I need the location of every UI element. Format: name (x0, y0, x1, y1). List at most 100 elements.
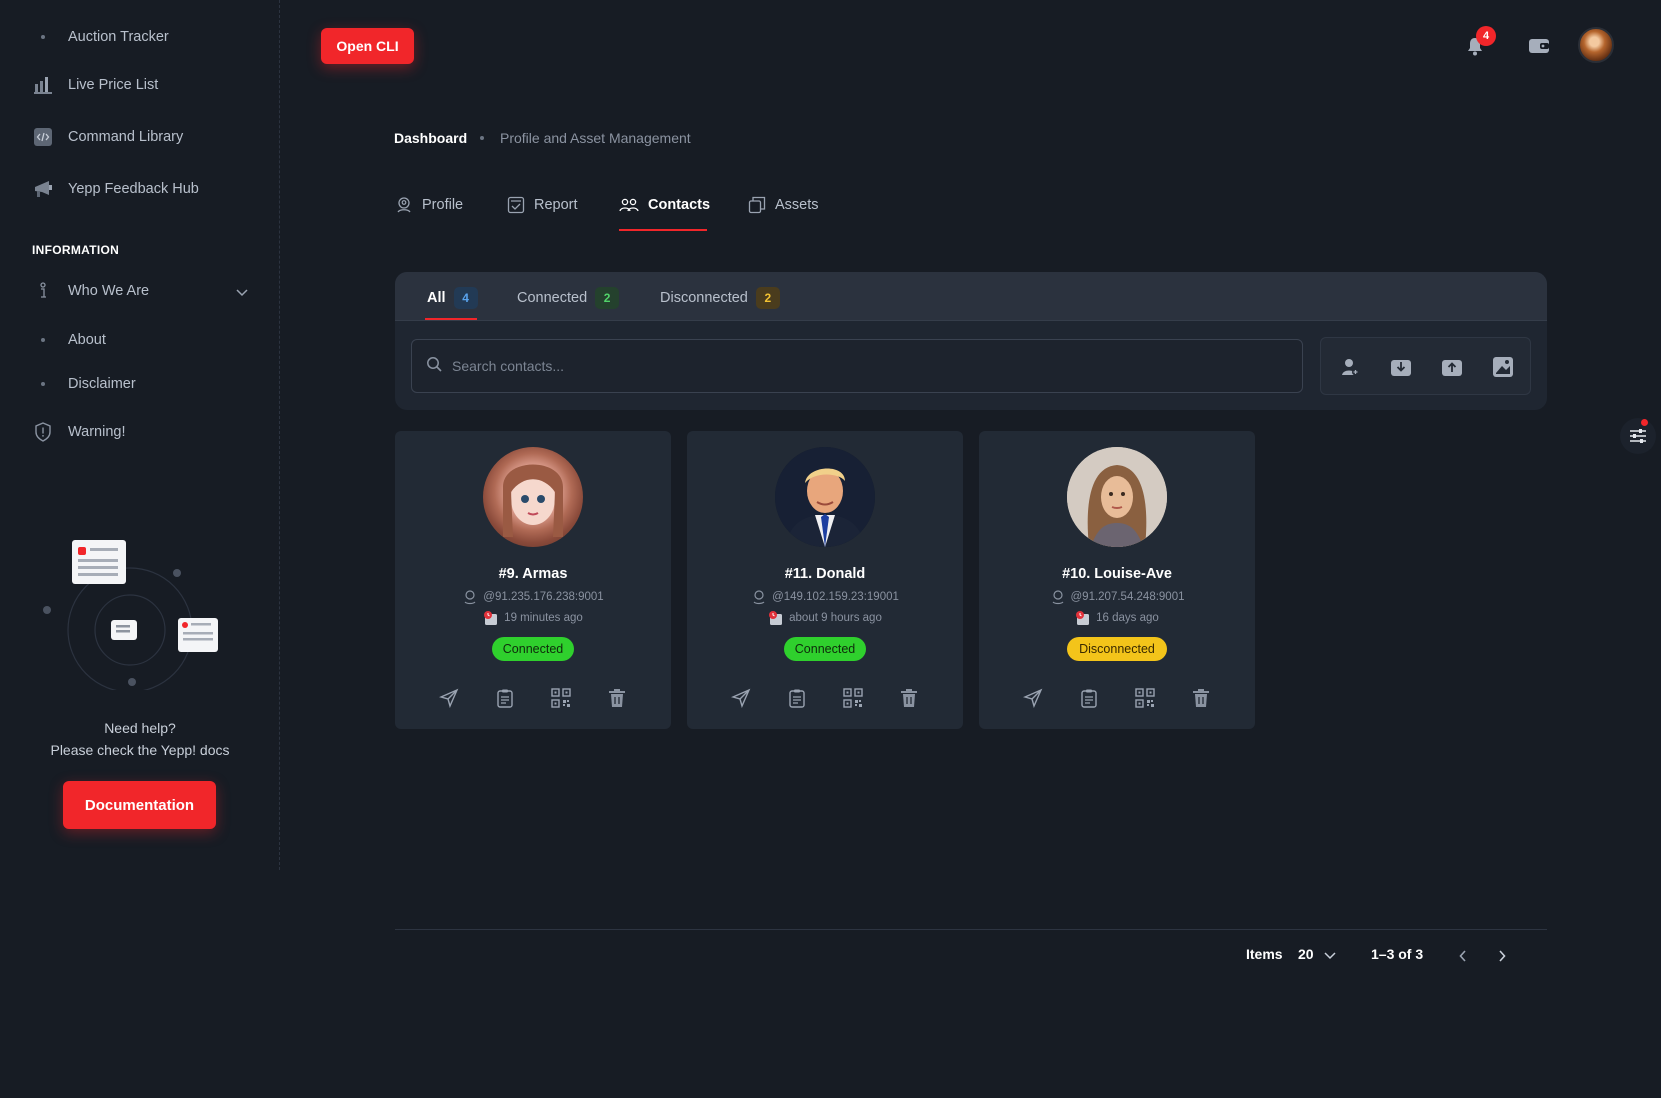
tab-report[interactable]: Report (507, 196, 578, 214)
assets-icon (748, 196, 766, 214)
page-range: 1–3 of 3 (1371, 946, 1424, 962)
chevron-down-icon[interactable] (236, 284, 248, 302)
wallet-icon[interactable] (1527, 35, 1551, 57)
contact-time-row: about 9 hours ago (687, 610, 963, 626)
breadcrumb-dashboard[interactable]: Dashboard (394, 130, 467, 146)
trash-icon[interactable] (1189, 686, 1213, 710)
breadcrumb-current: Profile and Asset Management (500, 130, 691, 146)
contact-address-row: @91.207.54.248:9001 (979, 589, 1255, 605)
sidebar-item-label: Warning! (68, 424, 126, 440)
dot-icon (32, 26, 54, 48)
contact-time-row: 16 days ago (979, 610, 1255, 626)
search-input[interactable] (452, 358, 1272, 374)
filter-count-badge: 2 (755, 287, 780, 309)
documentation-button[interactable]: Documentation (63, 781, 216, 829)
filter-tab-label: Disconnected (660, 290, 748, 306)
qr-code-icon[interactable] (841, 686, 865, 710)
help-text-line2: Please check the Yepp! docs (50, 742, 230, 758)
items-label: Items (1246, 946, 1283, 962)
filter-count-badge: 2 (595, 287, 620, 309)
tab-label: Contacts (648, 197, 711, 213)
tab-label: Assets (775, 197, 819, 213)
profile-icon (395, 196, 413, 214)
settings-indicator-dot (1641, 419, 1648, 426)
sidebar-item-auction-tracker[interactable]: Auction Tracker (32, 25, 169, 49)
sidebar-item-warning[interactable]: Warning! (32, 420, 125, 444)
contact-name: #9. Armas (498, 566, 568, 582)
add-contact-icon[interactable] (1338, 355, 1362, 379)
contact-last-seen: about 9 hours ago (789, 612, 882, 624)
settings-sliders-icon[interactable] (1620, 418, 1656, 454)
filter-tab-all[interactable]: All 4 (427, 287, 478, 309)
sidebar-item-live-price-list[interactable]: Live Price List (32, 73, 158, 97)
location-pin-icon (751, 589, 767, 605)
open-cli-button[interactable]: Open CLI (321, 28, 414, 64)
send-icon[interactable] (729, 686, 753, 710)
clipboard-icon[interactable] (1077, 686, 1101, 710)
report-icon (507, 196, 525, 214)
location-pin-icon (1050, 589, 1066, 605)
section-title-information: INFORMATION (32, 243, 120, 257)
previous-page-icon[interactable] (1453, 946, 1473, 966)
megaphone-icon (32, 178, 54, 200)
import-icon[interactable] (1389, 355, 1413, 379)
contact-time-row: 19 minutes ago (395, 610, 671, 626)
contact-actions-group (1320, 337, 1531, 395)
filter-tab-label: All (427, 290, 446, 306)
status-badge: Connected (492, 637, 574, 661)
active-filter-indicator (425, 318, 477, 320)
dot-icon (32, 373, 54, 395)
send-icon[interactable] (1021, 686, 1045, 710)
contact-card[interactable]: #10. Louise-Ave @91.207.54.248:9001 16 d… (979, 431, 1255, 729)
contacts-icon (619, 196, 639, 214)
tab-assets[interactable]: Assets (748, 196, 819, 214)
contact-card[interactable]: #9. Armas @91.235.176.238:9001 19 minute… (395, 431, 671, 729)
bar-chart-icon (32, 74, 54, 96)
sidebar-item-feedback-hub[interactable]: Yepp Feedback Hub (32, 177, 199, 201)
clipboard-icon[interactable] (493, 686, 517, 710)
page-size-select[interactable]: 20 (1298, 946, 1314, 962)
notification-badge: 4 (1476, 26, 1496, 46)
tab-profile[interactable]: Profile (395, 196, 463, 214)
image-import-icon[interactable] (1491, 355, 1515, 379)
search-box (411, 339, 1303, 393)
breadcrumb-separator (480, 136, 484, 140)
sidebar-item-disclaimer[interactable]: Disclaimer (32, 372, 136, 396)
sidebar: Auction Tracker Live Price List Command … (0, 0, 280, 870)
export-icon[interactable] (1440, 355, 1464, 379)
calendar-clock-icon (1075, 610, 1091, 626)
code-icon (32, 126, 54, 148)
next-page-icon[interactable] (1492, 946, 1512, 966)
calendar-clock-icon (483, 610, 499, 626)
qr-code-icon[interactable] (549, 686, 573, 710)
contact-address-row: @149.102.159.23:19001 (687, 589, 963, 605)
search-icon (426, 356, 442, 377)
sidebar-item-command-library[interactable]: Command Library (32, 125, 183, 149)
sidebar-item-label: Disclaimer (68, 376, 136, 392)
send-icon[interactable] (437, 686, 461, 710)
clipboard-icon[interactable] (785, 686, 809, 710)
tab-contacts[interactable]: Contacts (619, 196, 710, 214)
contact-last-seen: 19 minutes ago (504, 612, 583, 624)
contact-address: @91.235.176.238:9001 (483, 591, 604, 603)
shield-icon (32, 421, 54, 443)
tab-label: Profile (422, 197, 464, 213)
trash-icon[interactable] (897, 686, 921, 710)
sidebar-item-label: Who We Are (68, 283, 150, 299)
sidebar-item-who-we-are[interactable]: Who We Are (32, 279, 149, 303)
filter-tab-disconnected[interactable]: Disconnected 2 (660, 287, 780, 309)
sidebar-item-label: About (68, 332, 106, 348)
status-badge: Connected (784, 637, 866, 661)
contact-card[interactable]: #11. Donald @149.102.159.23:19001 about … (687, 431, 963, 729)
status-badge: Disconnected (1067, 637, 1167, 661)
chevron-down-icon[interactable] (1320, 946, 1340, 966)
filter-tab-connected[interactable]: Connected 2 (517, 287, 620, 309)
sidebar-item-label: Yepp Feedback Hub (68, 181, 199, 197)
sidebar-item-about[interactable]: About (32, 328, 106, 352)
help-illustration (43, 540, 218, 690)
trash-icon[interactable] (605, 686, 629, 710)
contact-avatar (775, 447, 875, 547)
contact-last-seen: 16 days ago (1096, 612, 1159, 624)
qr-code-icon[interactable] (1133, 686, 1157, 710)
user-avatar[interactable] (1578, 27, 1614, 63)
